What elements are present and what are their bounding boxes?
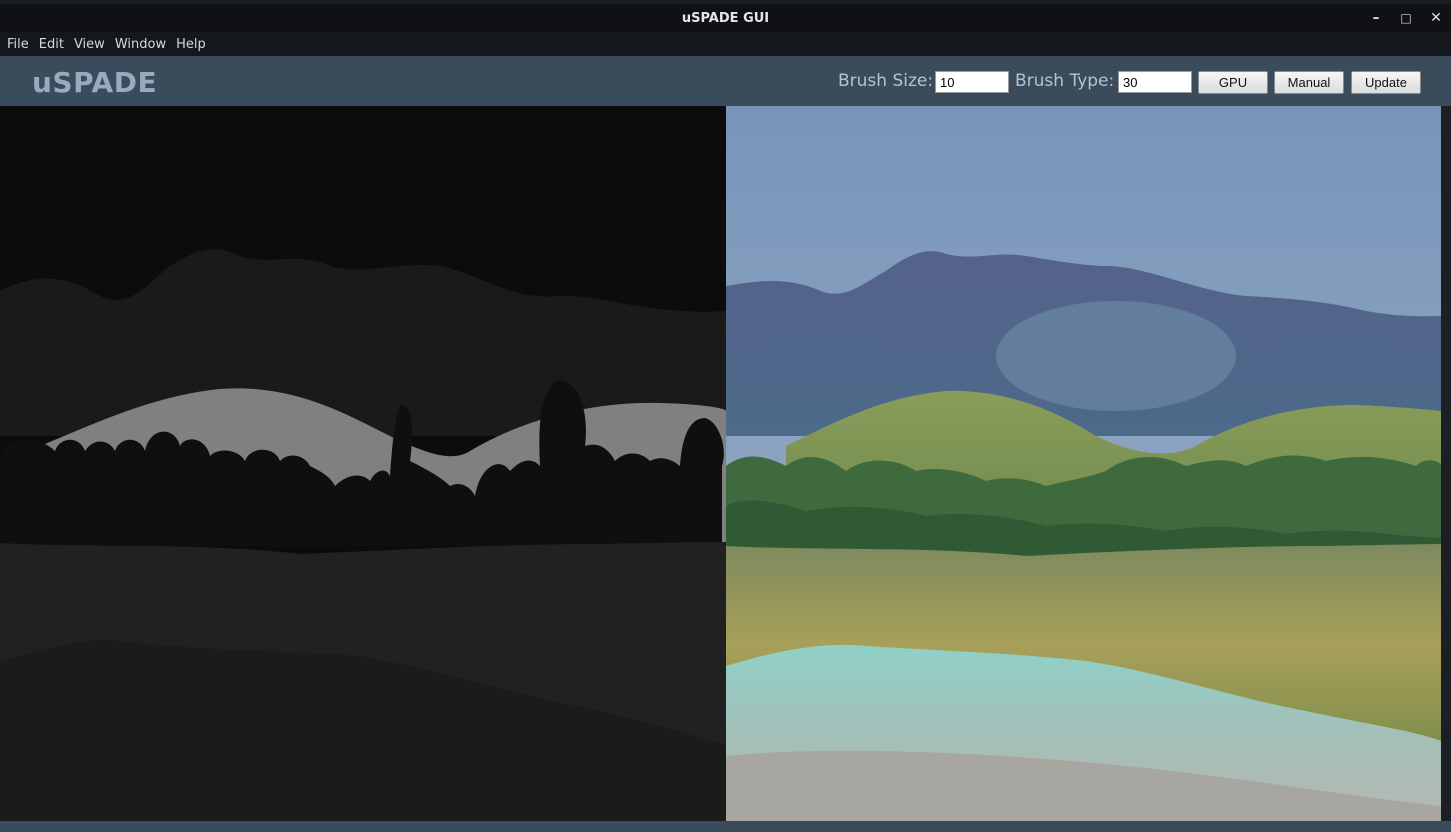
generated-landscape	[726, 106, 1441, 821]
brush-type-input[interactable]	[1118, 71, 1192, 93]
menu-file[interactable]: File	[7, 37, 29, 52]
menu-help[interactable]: Help	[176, 37, 206, 52]
menu-bar: File Edit View Window Help	[0, 32, 1451, 56]
minimize-icon[interactable]: –	[1363, 4, 1389, 32]
menu-view[interactable]: View	[74, 37, 105, 52]
title-bar: uSPADE GUI – □ ✕	[0, 4, 1451, 32]
toolbar: uSPADE Brush Size: Brush Type: GPU Manua…	[0, 56, 1451, 106]
update-button[interactable]: Update	[1351, 71, 1421, 94]
bottom-bar	[0, 821, 1451, 832]
window-title: uSPADE GUI	[681, 10, 770, 26]
generated-image-view	[726, 106, 1441, 821]
label-map	[0, 106, 726, 821]
brush-size-input[interactable]	[935, 71, 1009, 93]
menu-window[interactable]: Window	[115, 37, 166, 52]
menu-edit[interactable]: Edit	[39, 37, 64, 52]
brush-type-label: Brush Type:	[1015, 71, 1115, 91]
app-logo: uSPADE	[32, 66, 158, 99]
maximize-icon[interactable]: □	[1393, 4, 1419, 32]
brush-size-label: Brush Size:	[838, 71, 934, 91]
mist	[996, 301, 1236, 411]
segmentation-canvas[interactable]	[0, 106, 726, 821]
gpu-button[interactable]: GPU	[1198, 71, 1268, 94]
right-edge-strip	[1441, 106, 1451, 821]
manual-button[interactable]: Manual	[1274, 71, 1344, 94]
close-icon[interactable]: ✕	[1423, 4, 1449, 32]
